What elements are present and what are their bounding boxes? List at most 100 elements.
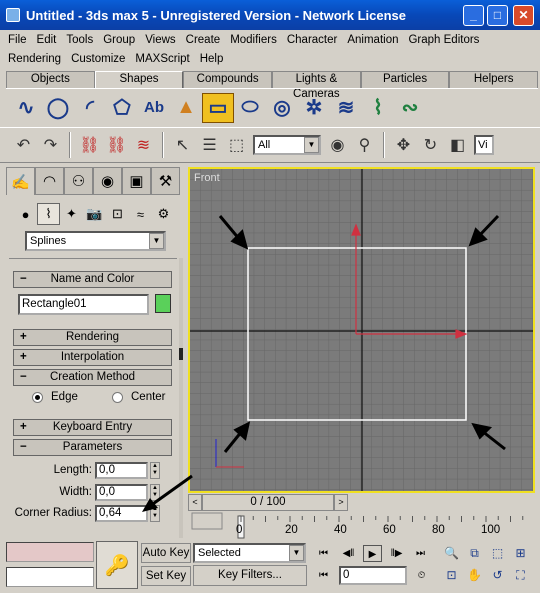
rollout-name-and-color[interactable]: − Name and Color xyxy=(13,271,172,288)
set-key-button[interactable]: Set Key xyxy=(141,566,191,586)
goto-start-icon[interactable]: ⏮ xyxy=(314,545,333,562)
helix-icon[interactable]: ≋ xyxy=(330,93,362,123)
text-icon[interactable]: Ab xyxy=(138,93,170,123)
minimize-button[interactable]: _ xyxy=(463,5,484,26)
prompt-line[interactable] xyxy=(6,567,94,587)
scrollbar-thumb[interactable] xyxy=(179,348,183,360)
hierarchy-tab-icon[interactable]: ⚇ xyxy=(64,167,93,195)
close-button[interactable]: ✕ xyxy=(513,5,534,26)
time-prev-button[interactable]: < xyxy=(188,494,202,511)
rectangle-icon[interactable]: ▭ xyxy=(202,92,234,123)
menu-item[interactable]: Help xyxy=(200,53,224,65)
menu-item[interactable]: Modifiers xyxy=(230,34,277,46)
tab-shapes[interactable]: Shapes xyxy=(94,71,184,88)
utilities-tab-icon[interactable]: ⚒ xyxy=(151,167,180,195)
systems-icon[interactable]: ⚙ xyxy=(152,203,175,225)
manipulate-icon[interactable]: ⚲ xyxy=(351,131,378,159)
rollout-creation-method[interactable]: − Creation Method xyxy=(13,369,172,386)
circle-icon[interactable]: ◯ xyxy=(42,93,74,123)
auto-key-button[interactable]: Auto Key xyxy=(141,543,191,563)
redo-icon[interactable]: ↷ xyxy=(37,131,64,159)
space-warps-icon[interactable]: ≈ xyxy=(129,203,152,225)
zoom-extents-all-icon[interactable]: ⊞ xyxy=(511,544,530,563)
bind-space-warp-icon[interactable]: ≋ xyxy=(130,131,157,159)
menu-item[interactable]: Views xyxy=(145,34,175,46)
menu-item[interactable]: Create xyxy=(186,34,221,46)
category-dropdown[interactable]: Splines ▼ xyxy=(25,231,166,251)
prev-frame-icon[interactable]: ◀‖ xyxy=(339,545,358,562)
rollout-rendering[interactable]: + Rendering xyxy=(13,329,172,346)
object-name-input[interactable]: Rectangle01 xyxy=(18,294,149,315)
rollout-interpolation[interactable]: + Interpolation xyxy=(13,349,172,366)
menu-item[interactable]: Customize xyxy=(71,53,125,65)
ngon-icon[interactable]: ⬠ xyxy=(106,93,138,123)
shapes-icon[interactable]: ⌇ xyxy=(37,203,60,225)
key-icon[interactable]: 🔑 xyxy=(96,541,138,589)
tab-compounds[interactable]: Compounds xyxy=(183,71,273,88)
menu-item[interactable]: Graph Editors xyxy=(408,34,479,46)
tab-lights-cameras[interactable]: Lights & Cameras xyxy=(272,71,361,100)
viewport-label[interactable]: Front xyxy=(194,172,220,184)
menu-item[interactable]: Character xyxy=(287,34,338,46)
track-bar-menu[interactable] xyxy=(191,512,223,530)
create-tab-icon[interactable]: ✍ xyxy=(6,167,35,195)
track-bar[interactable]: 0 20 40 60 80 100 xyxy=(188,512,540,540)
arc-rotate-icon[interactable]: ↺ xyxy=(488,566,507,585)
modify-tab-icon[interactable]: ◠ xyxy=(35,167,64,195)
key-filters-button[interactable]: Key Filters... xyxy=(193,565,307,586)
scale-icon[interactable]: ◧ xyxy=(444,131,471,159)
selected-dropdown[interactable]: Selected ▼ xyxy=(193,543,306,563)
link-icon[interactable]: ⛓ xyxy=(76,131,103,159)
zoom-all-icon[interactable]: ⧉ xyxy=(465,544,484,563)
menu-item[interactable]: File xyxy=(8,34,27,46)
menu-item[interactable]: Animation xyxy=(347,34,398,46)
key-mode-icon[interactable]: ⏮ xyxy=(314,567,333,584)
tab-helpers[interactable]: Helpers xyxy=(449,71,539,88)
curve-icon[interactable]: ⌇ xyxy=(362,93,394,123)
unlink-icon[interactable]: ⛓ xyxy=(103,131,130,159)
current-frame-input[interactable]: 0 xyxy=(339,566,407,585)
maximize-button[interactable]: □ xyxy=(487,5,508,26)
maximize-viewport-icon[interactable]: ⛶ xyxy=(511,566,530,585)
arc-icon[interactable]: ◜ xyxy=(74,93,106,123)
goto-end-icon[interactable]: ⏭ xyxy=(411,545,430,562)
play-icon[interactable]: ▶ xyxy=(363,545,382,562)
zoom-icon[interactable]: 🔍 xyxy=(442,544,461,563)
tab-particles[interactable]: Particles xyxy=(360,71,450,88)
time-next-button[interactable]: > xyxy=(334,494,348,511)
time-slider[interactable]: 0 / 100 xyxy=(202,494,334,511)
menu-item[interactable]: Rendering xyxy=(8,53,61,65)
reference-coord-dropdown[interactable]: Vi xyxy=(474,135,494,155)
front-viewport[interactable] xyxy=(188,167,535,493)
edge-radio[interactable]: Edge xyxy=(32,391,78,403)
rollout-keyboard-entry[interactable]: + Keyboard Entry xyxy=(13,419,172,436)
star-icon[interactable]: ✲ xyxy=(298,93,330,123)
object-color-swatch[interactable] xyxy=(155,294,171,313)
menu-item[interactable]: Tools xyxy=(66,34,93,46)
menu-item[interactable]: Edit xyxy=(37,34,57,46)
select-move-icon[interactable]: ◉ xyxy=(324,131,351,159)
curve2-icon[interactable]: ∾ xyxy=(394,93,426,123)
next-frame-icon[interactable]: ‖▶ xyxy=(387,545,406,562)
undo-icon[interactable]: ↶ xyxy=(10,131,37,159)
helpers-icon[interactable]: ⊡ xyxy=(106,203,129,225)
select-by-name-icon[interactable]: ☰ xyxy=(196,131,223,159)
rotate-icon[interactable]: ↻ xyxy=(417,131,444,159)
lights-icon[interactable]: ✦ xyxy=(60,203,83,225)
menu-item[interactable]: MAXScript xyxy=(135,53,189,65)
donut-icon[interactable]: ◎ xyxy=(266,93,298,123)
zoom-region-icon[interactable]: ⊡ xyxy=(442,566,461,585)
menu-item[interactable]: Group xyxy=(103,34,135,46)
tab-objects[interactable]: Objects xyxy=(6,71,95,88)
zoom-extents-icon[interactable]: ⬚ xyxy=(488,544,507,563)
geometry-icon[interactable]: ● xyxy=(14,203,37,225)
rollout-parameters[interactable]: − Parameters xyxy=(13,439,172,456)
region-select-icon[interactable]: ⬚ xyxy=(223,131,250,159)
line-icon[interactable]: ∿ xyxy=(10,93,42,123)
selection-filter-dropdown[interactable]: All ▼ xyxy=(253,135,321,155)
section-icon[interactable]: ▲ xyxy=(170,93,202,123)
motion-tab-icon[interactable]: ◉ xyxy=(93,167,122,195)
select-icon[interactable]: ↖ xyxy=(169,131,196,159)
app-icon[interactable] xyxy=(6,8,20,22)
time-config-icon[interactable]: ⏲ xyxy=(412,567,431,584)
